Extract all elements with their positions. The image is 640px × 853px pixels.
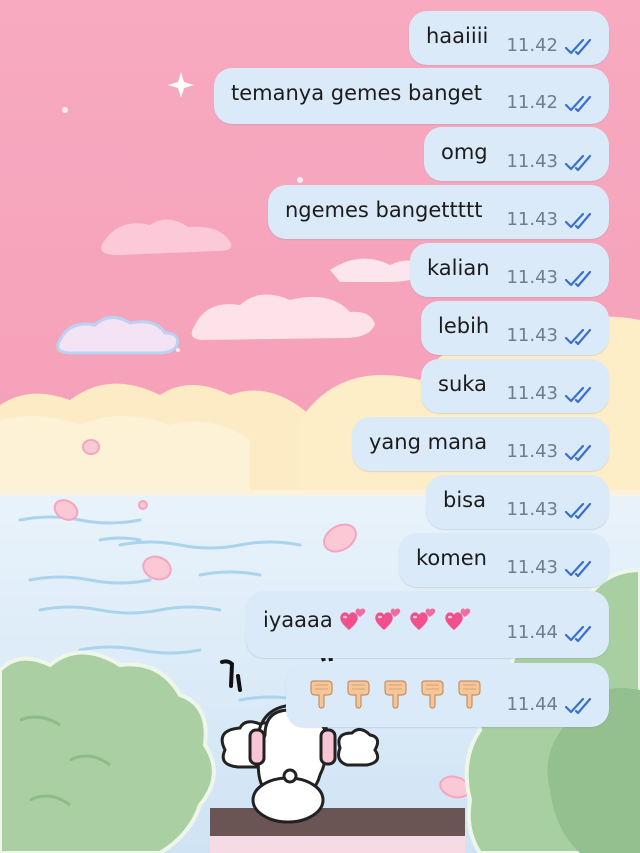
two-hearts-emoji <box>445 608 471 630</box>
message-bubble[interactable]: haaiiii 11.42 <box>409 11 609 65</box>
two-hearts-emoji <box>340 608 366 630</box>
double-check-icon <box>564 502 592 520</box>
message-bubble[interactable]: bisa 11.43 <box>426 475 609 529</box>
two-hearts-emoji <box>375 608 401 630</box>
double-check-icon <box>564 697 592 715</box>
message-text: ngemes bangettttt <box>285 198 483 222</box>
pointing-down-emoji <box>458 680 481 709</box>
message-time: 11.43 <box>506 209 558 230</box>
message-bubble[interactable]: kalian 11.43 <box>410 243 609 297</box>
message-bubble[interactable]: suka 11.43 <box>421 359 609 413</box>
message-list[interactable]: haaiiii 11.42 temanya gemes banget 11.42… <box>0 0 640 853</box>
message-bubble[interactable]: yang mana 11.43 <box>352 417 609 471</box>
message-bubble[interactable]: temanya gemes banget 11.42 <box>214 68 609 124</box>
message-time: 11.42 <box>506 92 558 113</box>
message-bubble[interactable]: iyaaaa 11.44 <box>246 591 609 658</box>
message-time: 11.43 <box>506 557 558 578</box>
message-text: temanya gemes banget <box>231 81 482 105</box>
message-text: omg <box>441 140 488 164</box>
double-check-icon <box>564 386 592 404</box>
message-time: 11.44 <box>506 622 558 643</box>
message-bubble[interactable]: 11.44 <box>286 663 609 727</box>
message-time: 11.43 <box>506 267 558 288</box>
message-bubble[interactable]: komen 11.43 <box>399 533 609 587</box>
double-check-icon <box>564 328 592 346</box>
double-check-icon <box>564 212 592 230</box>
pointing-down-emoji <box>421 680 444 709</box>
message-time: 11.42 <box>506 35 558 56</box>
pointing-down-emoji <box>384 680 407 709</box>
emoji-row <box>308 680 493 709</box>
message-time: 11.44 <box>506 694 558 715</box>
message-text: bisa <box>443 488 486 512</box>
double-check-icon <box>564 154 592 172</box>
double-check-icon <box>564 95 592 113</box>
pointing-down-emoji <box>347 680 370 709</box>
emoji-row <box>339 608 479 632</box>
pointing-down-emoji <box>310 680 333 709</box>
message-text: komen <box>416 546 487 570</box>
message-time: 11.43 <box>506 441 558 462</box>
message-bubble[interactable]: lebih 11.43 <box>421 301 609 355</box>
message-text: lebih <box>438 314 490 338</box>
message-bubble[interactable]: omg 11.43 <box>424 127 609 181</box>
message-text: yang mana <box>369 430 488 454</box>
message-time: 11.43 <box>506 151 558 172</box>
two-hearts-emoji <box>410 608 436 630</box>
message-content: iyaaaa <box>263 607 479 633</box>
message-time: 11.43 <box>506 325 558 346</box>
double-check-icon <box>564 38 592 56</box>
message-text: suka <box>438 372 487 396</box>
message-text: haaiiii <box>426 24 489 48</box>
message-text: iyaaaa <box>263 608 333 632</box>
message-time: 11.43 <box>506 383 558 404</box>
message-content <box>308 679 493 709</box>
double-check-icon <box>564 625 592 643</box>
double-check-icon <box>564 560 592 578</box>
double-check-icon <box>564 270 592 288</box>
message-bubble[interactable]: ngemes bangettttt 11.43 <box>268 185 609 239</box>
message-time: 11.43 <box>506 499 558 520</box>
message-text: kalian <box>427 256 490 280</box>
double-check-icon <box>564 444 592 462</box>
